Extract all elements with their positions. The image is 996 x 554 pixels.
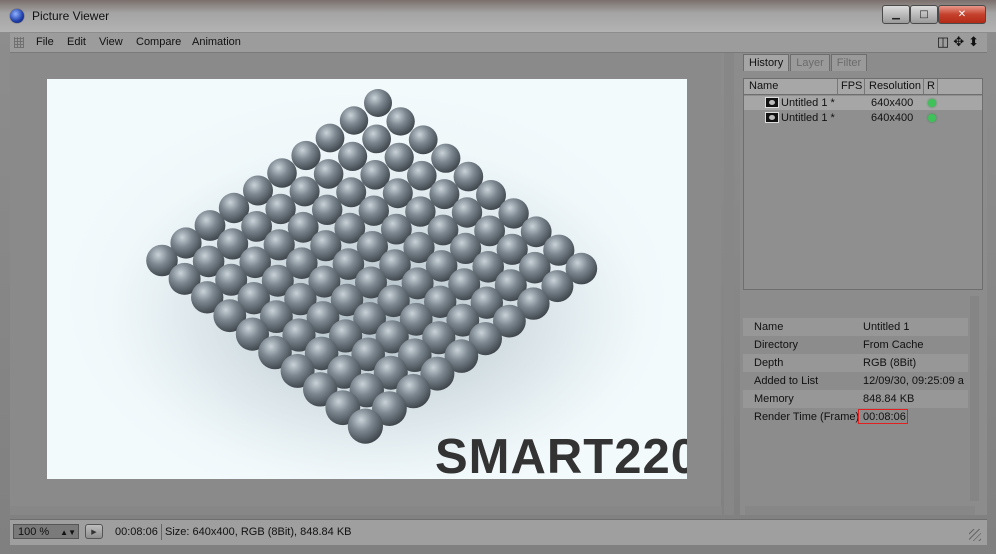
chevron-down-icon: ▲▼ <box>60 528 76 537</box>
history-list: Name FPS Resolution R Untitled 1 * 640x4… <box>743 78 983 290</box>
tab-history[interactable]: History <box>743 54 790 71</box>
sphere <box>338 141 368 171</box>
image-thumbnail-icon <box>765 112 779 123</box>
zoom-select[interactable]: 100 % ▲▼ <box>13 524 79 539</box>
move-icon[interactable]: ✥ <box>953 34 964 50</box>
maximize-button[interactable]: □ <box>910 5 938 24</box>
rendered-image: SMART220 <box>47 79 687 479</box>
sphere <box>315 123 345 153</box>
sphere <box>362 124 391 154</box>
sphere <box>364 89 392 117</box>
status-bar: 100 % ▲▼ ▶ 00:08:06 Size: 640x400, RGB (8… <box>10 519 987 545</box>
render-status-dot <box>928 114 936 122</box>
cinema4d-app-icon <box>10 9 24 23</box>
history-header: Name FPS Resolution R <box>744 79 982 95</box>
column-name[interactable]: Name <box>749 80 778 92</box>
history-row[interactable]: Untitled 1 * 640x400 <box>744 111 982 125</box>
info-row-directory: Directory From Cache <box>754 339 924 351</box>
close-button[interactable]: ✕ <box>938 5 986 24</box>
column-render-status[interactable]: R <box>927 80 935 92</box>
sphere-grid-render <box>107 89 647 479</box>
image-viewport[interactable]: SMART220 <box>10 53 721 515</box>
info-row-depth: Depth RGB (8Bit) <box>743 354 968 372</box>
render-time-highlight <box>858 409 908 424</box>
menu-grip-icon <box>14 37 24 48</box>
column-resolution[interactable]: Resolution <box>869 80 921 92</box>
info-row-name: Name Untitled 1 <box>743 318 968 336</box>
menu-compare[interactable]: Compare <box>136 36 181 48</box>
side-panel: History Layer Filter Name FPS Resolution… <box>740 53 987 515</box>
watermark-text: SMART220 <box>435 430 687 479</box>
history-row[interactable]: Untitled 1 * 640x400 <box>744 96 982 110</box>
menu-file[interactable]: File <box>36 36 54 48</box>
minimize-button[interactable]: ▁ <box>882 5 910 24</box>
tab-filter[interactable]: Filter <box>830 54 868 71</box>
viewer-vertical-scrollbar[interactable] <box>724 53 734 515</box>
panel-icon[interactable]: ◫ <box>937 34 949 50</box>
menu-bar: File Edit View Compare Animation ◫ ✥ ⬍ <box>10 33 987 53</box>
sphere <box>408 125 438 155</box>
resize-grip-icon[interactable] <box>969 529 981 541</box>
sphere <box>339 106 369 135</box>
sphere <box>431 143 461 173</box>
render-status-dot <box>928 99 936 107</box>
arrow-icon[interactable]: ⬍ <box>968 34 979 50</box>
info-row-added: Added to List 12/09/30, 09:25:09 a <box>754 375 964 387</box>
image-info-panel: Name Untitled 1 Directory From Cache Depth… <box>743 318 971 428</box>
side-tabs: History Layer Filter <box>743 54 868 71</box>
menu-view[interactable]: View <box>99 36 123 48</box>
sphere <box>291 140 321 171</box>
menu-edit[interactable]: Edit <box>67 36 86 48</box>
title-bar: Picture Viewer ▁ □ ✕ <box>0 0 996 32</box>
sphere <box>384 142 414 172</box>
column-fps[interactable]: FPS <box>841 80 862 92</box>
info-row-memory: Memory 848.84 KB <box>743 390 968 408</box>
play-button[interactable]: ▶ <box>85 524 103 539</box>
info-row-render-time: Render Time (Frame) 00:08:06 <box>743 408 968 426</box>
picture-viewer-window: Picture Viewer ▁ □ ✕ File Edit View Comp… <box>0 0 996 554</box>
info-vertical-scrollbar[interactable] <box>970 296 979 501</box>
viewer-horizontal-scrollbar[interactable] <box>10 506 722 515</box>
tab-layer[interactable]: Layer <box>790 54 830 71</box>
image-thumbnail-icon <box>765 97 779 108</box>
status-time: 00:08:06 <box>115 526 158 538</box>
play-icon: ▶ <box>91 528 97 536</box>
sphere <box>347 408 383 444</box>
menu-animation[interactable]: Animation <box>192 36 241 48</box>
sphere <box>386 107 415 136</box>
panel-horizontal-scrollbar[interactable] <box>745 506 975 515</box>
window-title: Picture Viewer <box>32 9 110 23</box>
status-image-info: Size: 640x400, RGB (8Bit), 848.84 KB <box>165 526 352 538</box>
